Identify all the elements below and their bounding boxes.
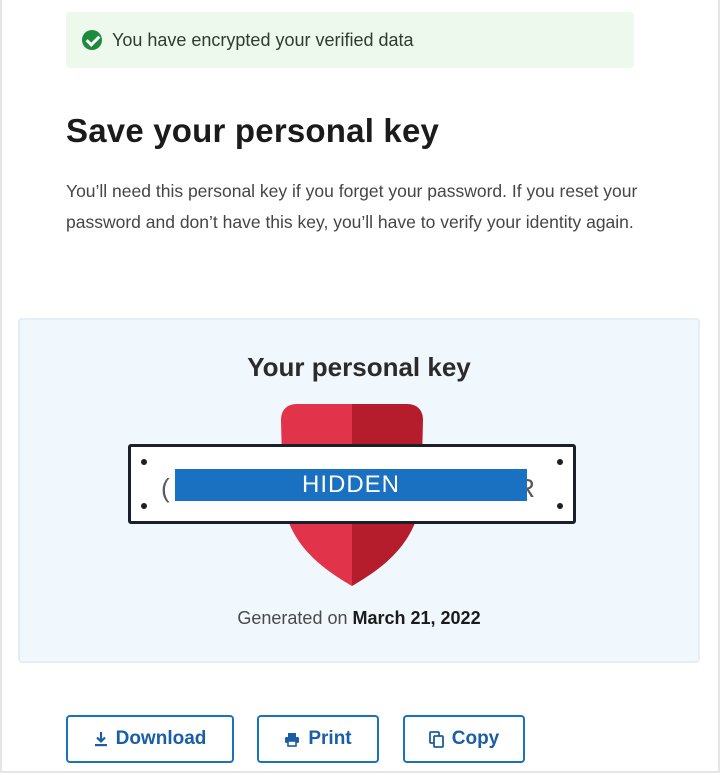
copy-label: Copy bbox=[451, 728, 500, 749]
download-label: Download bbox=[115, 728, 207, 749]
personal-key-title: Your personal key bbox=[247, 352, 471, 382]
personal-key-plate: ( R HIDDEN bbox=[128, 444, 576, 524]
generated-date: March 21, 2022 bbox=[352, 608, 481, 628]
copy-button[interactable]: Copy bbox=[403, 715, 525, 763]
print-label: Print bbox=[308, 728, 352, 749]
plate-screw bbox=[557, 503, 563, 509]
print-button[interactable]: Print bbox=[257, 715, 379, 763]
copy-icon bbox=[428, 730, 444, 748]
intro-text: You’ll need this personal key if you for… bbox=[66, 181, 638, 232]
plate-screw bbox=[557, 459, 563, 465]
personal-key-value: HIDDEN bbox=[175, 469, 527, 501]
page-title: Save your personal key bbox=[66, 112, 440, 149]
alert-text: You have encrypted your verified data bbox=[112, 29, 414, 50]
plate-screw bbox=[141, 503, 147, 509]
printer-icon bbox=[285, 732, 300, 747]
generated-prefix: Generated on bbox=[237, 608, 348, 628]
check-circle-icon bbox=[82, 30, 102, 50]
key-edge-left: ( bbox=[161, 473, 170, 503]
download-button[interactable]: Download bbox=[66, 715, 234, 763]
success-alert: You have encrypted your verified data bbox=[66, 12, 634, 68]
personal-key-panel: Your personal key ( R HIDDEN Generated o… bbox=[18, 318, 700, 663]
download-icon bbox=[94, 732, 107, 747]
generated-date-line: Generated on March 21, 2022 bbox=[20, 608, 698, 629]
plate-screw bbox=[141, 459, 147, 465]
